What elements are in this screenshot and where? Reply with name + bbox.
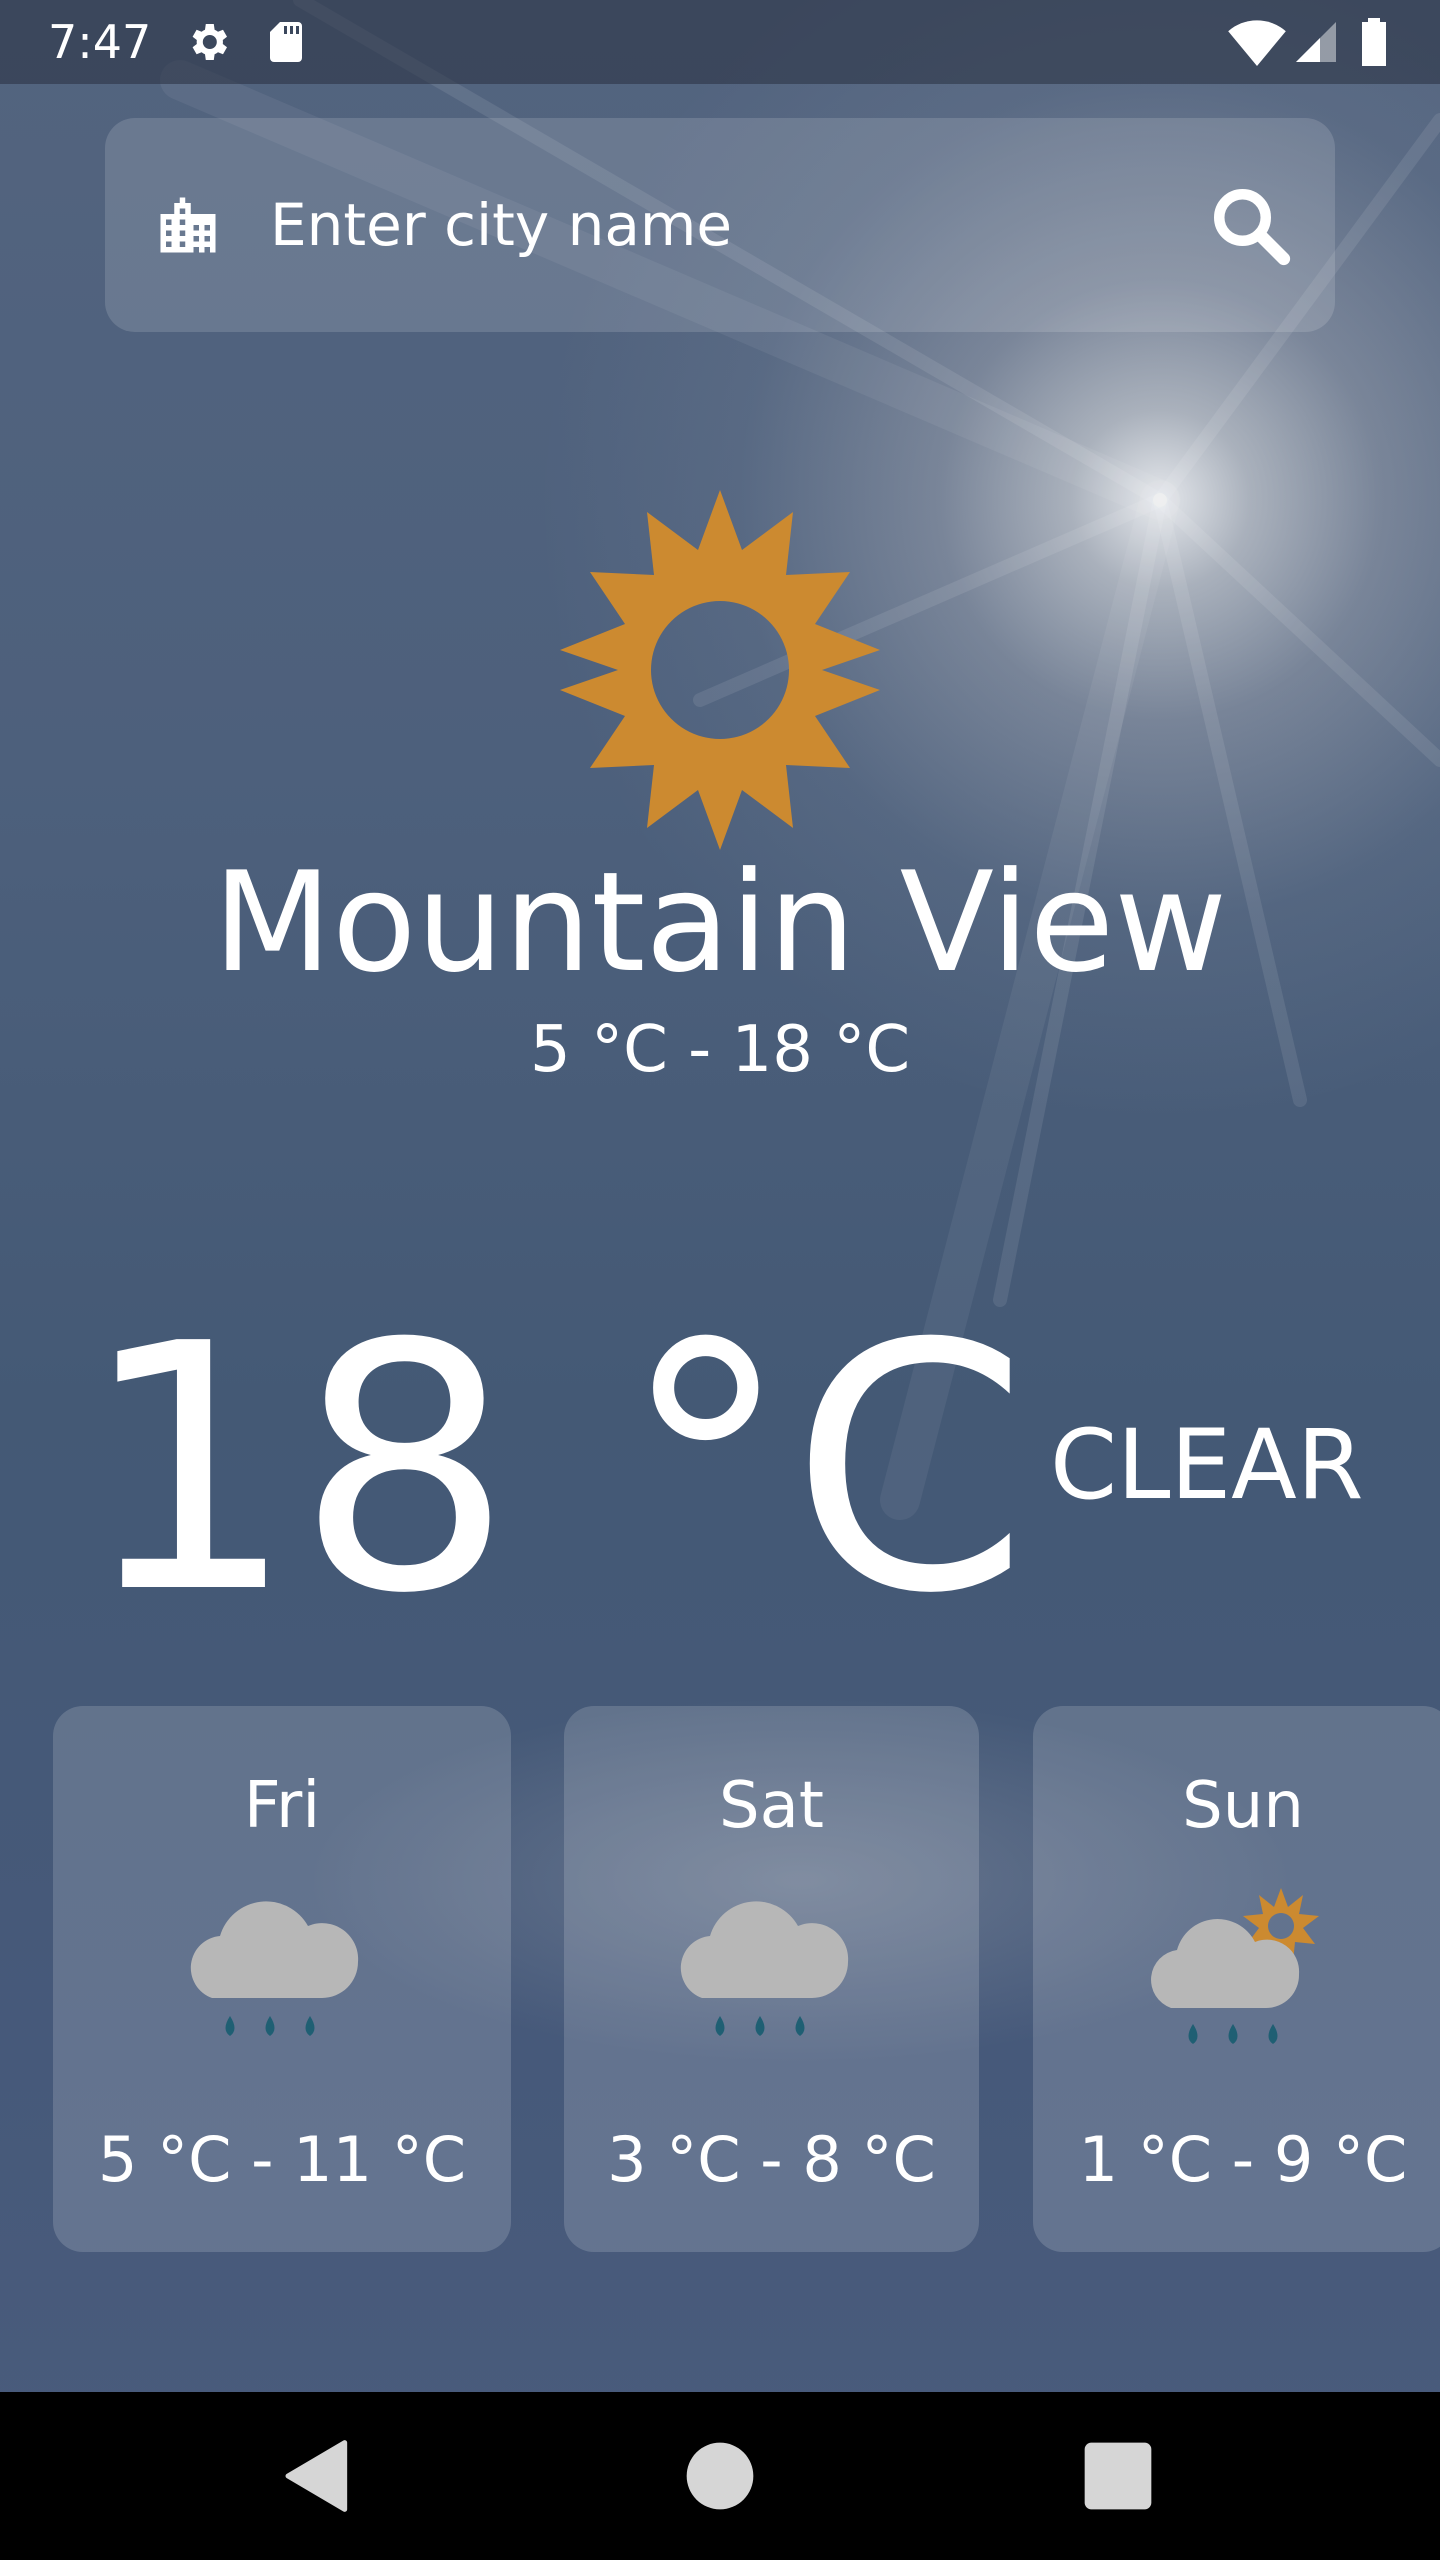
- cellular-signal-icon: [1296, 22, 1336, 62]
- search-icon[interactable]: [1205, 180, 1295, 270]
- city-icon: [160, 197, 216, 253]
- forecast-list: Fri 5 °C - 11 °C Sat 3 °C - 8 °C Sun 1 °…: [0, 1706, 1440, 2252]
- status-time: 7:47: [48, 15, 152, 69]
- weather-condition: CLEAR: [1050, 1409, 1364, 1521]
- sd-card-icon: [270, 22, 302, 62]
- forecast-temperature-range: 5 °C - 11 °C: [97, 2123, 467, 2196]
- city-search-input[interactable]: [270, 178, 1170, 272]
- sun-icon: [560, 490, 880, 850]
- back-icon[interactable]: [278, 2436, 358, 2516]
- weather-screen: 7:47 Mountain View 5 °C - 1: [0, 0, 1440, 2560]
- forecast-card-sat[interactable]: Sat 3 °C - 8 °C: [564, 1706, 979, 2252]
- battery-icon: [1362, 18, 1386, 66]
- status-bar: 7:47: [0, 0, 1440, 84]
- forecast-card-sun[interactable]: Sun 1 °C - 9 °C: [1033, 1706, 1440, 2252]
- today-temperature-range: 5 °C - 18 °C: [530, 1013, 910, 1087]
- forecast-temperature-range: 3 °C - 8 °C: [607, 2123, 936, 2196]
- sun-rain-cloud-icon: [1151, 1888, 1319, 2044]
- city-name: Mountain View: [212, 842, 1228, 1003]
- forecast-temperature-range: 1 °C - 9 °C: [1078, 2123, 1408, 2196]
- gear-icon: [192, 24, 227, 60]
- recents-icon[interactable]: [1078, 2436, 1158, 2516]
- rain-cloud-icon: [190, 1901, 359, 2036]
- search-bar: [105, 118, 1335, 332]
- home-icon[interactable]: [680, 2436, 760, 2516]
- wifi-icon: [1228, 20, 1286, 66]
- forecast-day: Sun: [1182, 1769, 1304, 1843]
- forecast-card-fri[interactable]: Fri 5 °C - 11 °C: [53, 1706, 511, 2252]
- forecast-day: Fri: [243, 1769, 321, 1843]
- rain-cloud-icon: [680, 1901, 849, 2036]
- forecast-day: Sat: [719, 1769, 824, 1843]
- navigation-bar: [0, 2392, 1440, 2560]
- current-temperature: 18 °C: [80, 1272, 1029, 1668]
